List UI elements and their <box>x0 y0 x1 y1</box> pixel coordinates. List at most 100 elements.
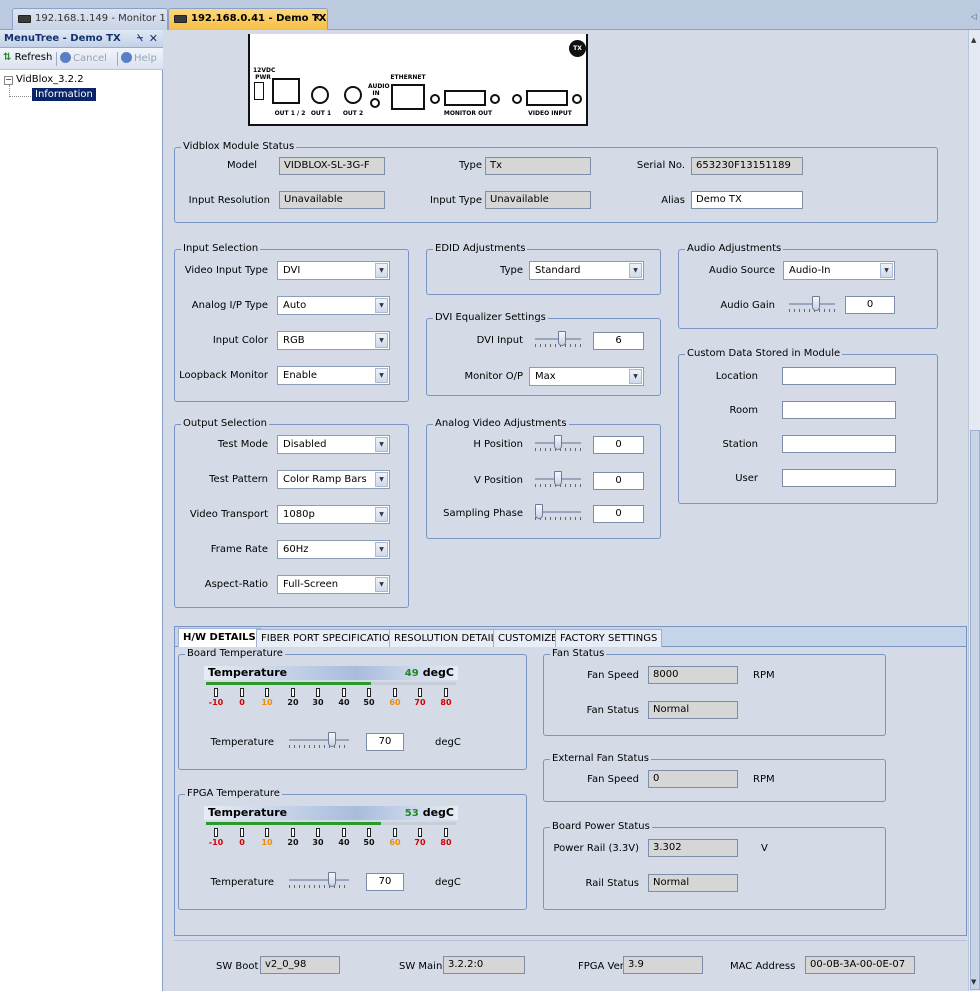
dropdown-arrow-icon[interactable]: ▼ <box>375 437 388 452</box>
video-input-type-select[interactable]: DVI ▼ <box>277 261 390 280</box>
select-value: Max <box>535 371 556 382</box>
user-input[interactable] <box>782 469 896 487</box>
sampling-phase-slider[interactable] <box>535 503 581 523</box>
out12-label: OUT 1 / 2 <box>274 110 306 117</box>
dvi-input-value[interactable]: 6 <box>593 332 644 350</box>
edid-type-select[interactable]: Standard ▼ <box>529 261 644 280</box>
alias-input[interactable]: Demo TX <box>691 191 803 209</box>
audio-source-select[interactable]: Audio-In ▼ <box>783 261 895 280</box>
gauge-tick: 10 <box>255 828 279 847</box>
close-icon[interactable]: ✕ <box>149 30 158 47</box>
station-input[interactable] <box>782 435 896 453</box>
room-input[interactable] <box>782 401 896 419</box>
v-position-value[interactable]: 0 <box>593 472 644 490</box>
gauge-tick-mark <box>418 688 422 697</box>
scroll-up-icon[interactable]: ▲ <box>971 36 976 44</box>
out1-label: OUT 1 <box>310 110 332 117</box>
sampling-phase-value[interactable]: 0 <box>593 505 644 523</box>
temp-threshold-value[interactable]: 70 <box>366 733 404 751</box>
fpga-threshold-value[interactable]: 70 <box>366 873 404 891</box>
screw-icon <box>430 94 440 104</box>
aspect-ratio-select[interactable]: Full-Screen ▼ <box>277 575 390 594</box>
gauge-tick-mark <box>444 688 448 697</box>
out2-label: OUT 2 <box>342 110 364 117</box>
input-resolution-label: Input Resolution <box>188 195 270 206</box>
dropdown-arrow-icon[interactable]: ▼ <box>375 263 388 278</box>
scrollbar-thumb[interactable] <box>970 430 980 990</box>
dropdown-arrow-icon[interactable]: ▼ <box>375 472 388 487</box>
ethernet-port-icon <box>391 84 425 110</box>
dvi-input-slider[interactable] <box>535 330 581 350</box>
dropdown-arrow-icon[interactable]: ▼ <box>375 333 388 348</box>
help-button[interactable]: Help <box>121 52 157 64</box>
v-position-slider[interactable] <box>535 470 581 490</box>
h-position-slider[interactable] <box>535 434 581 454</box>
slider-thumb[interactable] <box>554 435 562 450</box>
dropdown-arrow-icon[interactable]: ▼ <box>375 577 388 592</box>
select-value: Audio-In <box>789 265 831 276</box>
slider-thumb[interactable] <box>812 296 820 311</box>
dvi-port-icon <box>526 90 568 106</box>
sw-boot-field: v2_0_98 <box>260 956 340 974</box>
monitor-op-select[interactable]: Max ▼ <box>529 367 644 386</box>
tab-customize[interactable]: CUSTOMIZE <box>493 629 563 647</box>
tab-hw-details[interactable]: H/W DETAILS <box>178 628 261 647</box>
model-label: Model <box>226 160 257 171</box>
group-legend: Input Selection <box>181 243 261 254</box>
test-pattern-select[interactable]: Color Ramp Bars ▼ <box>277 470 390 489</box>
input-color-select[interactable]: RGB ▼ <box>277 331 390 350</box>
loopback-monitor-select[interactable]: Enable ▼ <box>277 366 390 385</box>
slider-thumb[interactable] <box>554 471 562 486</box>
gauge-tick-mark <box>342 828 346 837</box>
slider-thumb[interactable] <box>328 732 336 747</box>
dropdown-arrow-icon[interactable]: ▼ <box>880 263 893 278</box>
group-legend: Audio Adjustments <box>685 243 784 254</box>
gauge-scale: -10 0 10 20 30 40 50 60 70 80 <box>204 688 458 712</box>
dropdown-arrow-icon[interactable]: ▼ <box>375 298 388 313</box>
input-resolution-field: Unavailable <box>279 191 385 209</box>
collapse-icon[interactable]: − <box>4 76 13 85</box>
cancel-button[interactable]: Cancel <box>60 52 107 64</box>
gauge-tick: 30 <box>306 688 330 707</box>
gauge-tick-label: 10 <box>261 838 273 847</box>
location-input[interactable] <box>782 367 896 385</box>
tab-factory-settings[interactable]: FACTORY SETTINGS <box>555 629 663 647</box>
vertical-scrollbar[interactable]: ▲ ▼ <box>968 30 980 991</box>
audio-gain-slider[interactable] <box>789 295 835 315</box>
doc-tab-demo-tx[interactable]: 192.168.0.41 - Demo TX ✕ <box>168 8 328 30</box>
custom-data-group: Custom Data Stored in Module Location Ro… <box>678 348 938 504</box>
monitor-out-label: MONITOR OUT <box>443 110 493 117</box>
tab-fiber-port-specifications[interactable]: FIBER PORT SPECIFICATIONS <box>256 629 409 647</box>
h-position-value[interactable]: 0 <box>593 436 644 454</box>
analog-ip-type-select[interactable]: Auto ▼ <box>277 296 390 315</box>
gauge-tick: 40 <box>332 688 356 707</box>
frame-rate-select[interactable]: 60Hz ▼ <box>277 540 390 559</box>
doc-tab-monitor-1[interactable]: 192.168.1.149 - Monitor 1 <box>12 8 168 30</box>
pin-icon[interactable]: ⍀ <box>137 30 143 47</box>
document-tab-strip: 192.168.1.149 - Monitor 1 192.168.0.41 -… <box>0 0 980 30</box>
tree-node-information[interactable]: Information <box>32 88 96 101</box>
tab-list-arrow-icon[interactable]: ◁ <box>971 12 977 21</box>
test-mode-select[interactable]: Disabled ▼ <box>277 435 390 454</box>
dropdown-arrow-icon[interactable]: ▼ <box>629 369 642 384</box>
temp-threshold-slider[interactable] <box>289 731 349 751</box>
slider-thumb[interactable] <box>558 331 566 346</box>
dropdown-arrow-icon[interactable]: ▼ <box>375 507 388 522</box>
dropdown-arrow-icon[interactable]: ▼ <box>375 368 388 383</box>
edid-adjustments-group: EDID Adjustments Type Standard ▼ <box>426 243 661 295</box>
gauge-tick-mark <box>214 688 218 697</box>
scroll-down-icon[interactable]: ▼ <box>971 978 976 986</box>
footer-divider <box>174 940 967 941</box>
fpga-threshold-slider[interactable] <box>289 871 349 891</box>
refresh-button[interactable]: ⇅ Refresh <box>3 52 52 63</box>
video-transport-select[interactable]: 1080p ▼ <box>277 505 390 524</box>
slider-thumb[interactable] <box>328 872 336 887</box>
tree-node-vidblox[interactable]: − VidBlox_3.2.2 <box>4 74 84 85</box>
dropdown-arrow-icon[interactable]: ▼ <box>629 263 642 278</box>
tab-resolution-details[interactable]: RESOLUTION DETAILS <box>389 629 508 647</box>
slider-thumb[interactable] <box>535 504 543 519</box>
gauge-title: Temperature <box>208 666 288 679</box>
close-icon[interactable]: ✕ <box>313 9 321 29</box>
dropdown-arrow-icon[interactable]: ▼ <box>375 542 388 557</box>
audio-gain-value[interactable]: 0 <box>845 296 895 314</box>
